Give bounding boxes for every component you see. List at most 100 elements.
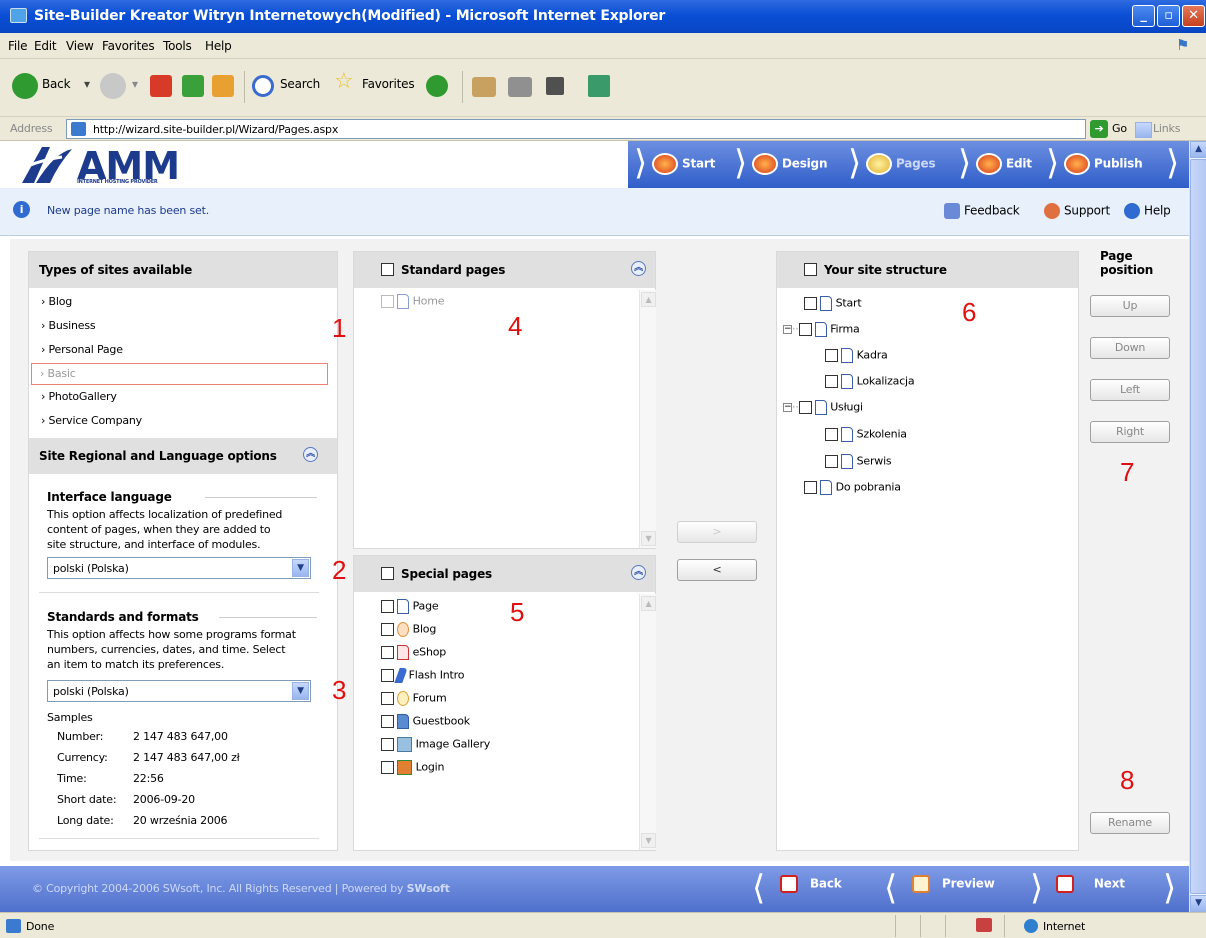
- standard-pages-select-all[interactable]: [381, 263, 394, 276]
- scroll-thumb[interactable]: [1190, 159, 1206, 894]
- checkbox[interactable]: [381, 761, 394, 774]
- structure-item-uslugi[interactable]: −·· Usługi: [783, 400, 863, 415]
- favorites-button[interactable]: Favorites: [362, 77, 415, 91]
- move-right-button[interactable]: Right: [1090, 421, 1170, 443]
- links-button[interactable]: Links: [1153, 122, 1180, 135]
- checkbox[interactable]: [804, 297, 817, 310]
- go-button[interactable]: Go: [1112, 122, 1127, 135]
- messenger-icon[interactable]: [588, 75, 610, 97]
- structure-item-firma[interactable]: −·· Firma: [783, 322, 860, 337]
- special-pages-select-all[interactable]: [381, 567, 394, 580]
- menu-view[interactable]: View: [66, 39, 94, 53]
- site-type-blog[interactable]: › Blog: [41, 295, 72, 308]
- checkbox[interactable]: [825, 428, 838, 441]
- address-input[interactable]: http://wizard.site-builder.pl/Wizard/Pag…: [66, 119, 1152, 139]
- standard-page-home[interactable]: Home: [381, 294, 444, 309]
- special-pages-scrollbar[interactable]: ▲ ▼: [639, 594, 656, 850]
- step-pages[interactable]: Pages: [866, 153, 936, 175]
- checkbox[interactable]: [381, 646, 394, 659]
- special-page-login[interactable]: Login: [381, 760, 444, 775]
- feedback-link[interactable]: Feedback: [944, 203, 1020, 219]
- special-page-forum[interactable]: Forum: [381, 691, 447, 706]
- mail-icon[interactable]: [472, 77, 496, 97]
- special-page-eshop[interactable]: eShop: [381, 645, 446, 660]
- menu-edit[interactable]: Edit: [34, 39, 57, 53]
- move-up-button[interactable]: Up: [1090, 295, 1170, 317]
- interface-language-select[interactable]: polski (Polska) ▼: [47, 557, 311, 579]
- special-page-image-gallery[interactable]: Image Gallery: [381, 737, 490, 752]
- checkbox[interactable]: [381, 669, 394, 682]
- checkbox[interactable]: [825, 349, 838, 362]
- structure-item-kadra[interactable]: Kadra: [825, 348, 888, 363]
- collapse-tree-icon[interactable]: −: [783, 325, 792, 334]
- collapse-icon[interactable]: ︽: [303, 447, 318, 462]
- checkbox[interactable]: [381, 738, 394, 751]
- scroll-down-icon[interactable]: ▼: [641, 833, 656, 848]
- edit-icon[interactable]: [546, 77, 564, 95]
- checkbox[interactable]: [825, 455, 838, 468]
- refresh-icon[interactable]: [182, 75, 204, 97]
- structure-item-lokalizacja[interactable]: Lokalizacja: [825, 374, 915, 389]
- checkbox[interactable]: [825, 375, 838, 388]
- go-arrow-icon[interactable]: ➔: [1090, 120, 1108, 138]
- add-page-button[interactable]: >: [677, 521, 757, 543]
- step-design[interactable]: Design: [752, 153, 827, 175]
- menu-file[interactable]: File: [8, 39, 27, 53]
- help-link[interactable]: Help: [1124, 203, 1171, 219]
- checkbox[interactable]: [381, 600, 394, 613]
- site-type-service-company[interactable]: › Service Company: [41, 414, 142, 427]
- site-type-photogallery[interactable]: › PhotoGallery: [41, 390, 117, 403]
- address-dropdown-button[interactable]: [1135, 122, 1152, 138]
- site-type-personal-page[interactable]: › Personal Page: [41, 343, 123, 356]
- move-left-button[interactable]: Left: [1090, 379, 1170, 401]
- back-dropdown-icon[interactable]: ▾: [84, 77, 90, 91]
- back-button[interactable]: Back: [42, 77, 71, 91]
- search-button[interactable]: Search: [280, 77, 320, 91]
- maximize-button[interactable]: ▫: [1157, 5, 1180, 27]
- forward-icon[interactable]: [100, 73, 126, 99]
- collapse-tree-icon[interactable]: −: [783, 403, 792, 412]
- support-link[interactable]: Support: [1044, 203, 1110, 219]
- checkbox[interactable]: [381, 715, 394, 728]
- collapse-icon[interactable]: ︽: [631, 565, 646, 580]
- standard-pages-scrollbar[interactable]: ▲ ▼: [639, 290, 656, 548]
- stop-icon[interactable]: [150, 75, 172, 97]
- step-edit[interactable]: Edit: [976, 153, 1032, 175]
- scroll-up-icon[interactable]: ▲: [641, 292, 656, 307]
- step-publish[interactable]: Publish: [1064, 153, 1143, 175]
- chevron-down-icon[interactable]: ▼: [292, 682, 309, 700]
- checkbox[interactable]: [798, 401, 812, 414]
- scroll-down-icon[interactable]: ▼: [1190, 895, 1206, 912]
- forward-dropdown-icon[interactable]: ▾: [132, 77, 138, 91]
- checkbox[interactable]: [798, 323, 812, 336]
- chevron-down-icon[interactable]: ▼: [292, 559, 309, 577]
- special-page-flash-intro[interactable]: Flash Intro: [381, 668, 464, 683]
- move-down-button[interactable]: Down: [1090, 337, 1170, 359]
- preview-button[interactable]: Preview: [912, 875, 995, 893]
- window-titlebar[interactable]: Site-Builder Kreator Witryn Internetowyc…: [0, 0, 1206, 33]
- site-type-business[interactable]: › Business: [41, 319, 96, 332]
- standards-select[interactable]: polski (Polska) ▼: [47, 680, 311, 702]
- menu-help[interactable]: Help: [205, 39, 232, 53]
- site-structure-select-all[interactable]: [804, 263, 817, 276]
- step-start[interactable]: Start: [652, 153, 715, 175]
- special-page-guestbook[interactable]: Guestbook: [381, 714, 470, 729]
- checkbox[interactable]: [804, 481, 817, 494]
- remove-page-button[interactable]: <: [677, 559, 757, 581]
- close-button[interactable]: ✕: [1182, 5, 1205, 27]
- scroll-down-icon[interactable]: ▼: [641, 531, 656, 546]
- back-icon[interactable]: [12, 73, 38, 99]
- structure-item-start[interactable]: Start: [804, 296, 862, 311]
- scroll-up-icon[interactable]: ▲: [641, 596, 656, 611]
- menu-tools[interactable]: Tools: [163, 39, 192, 53]
- next-button[interactable]: Next: [1056, 875, 1125, 893]
- home-icon[interactable]: [212, 75, 234, 97]
- checkbox[interactable]: [381, 623, 394, 636]
- structure-item-szkolenia[interactable]: Szkolenia: [825, 427, 907, 442]
- checkbox[interactable]: [381, 295, 394, 308]
- scroll-up-icon[interactable]: ▲: [1190, 141, 1206, 158]
- media-icon[interactable]: [426, 75, 448, 97]
- collapse-icon[interactable]: ︽: [631, 261, 646, 276]
- structure-item-do-pobrania[interactable]: Do pobrania: [804, 480, 901, 495]
- back-button[interactable]: Back: [780, 875, 842, 893]
